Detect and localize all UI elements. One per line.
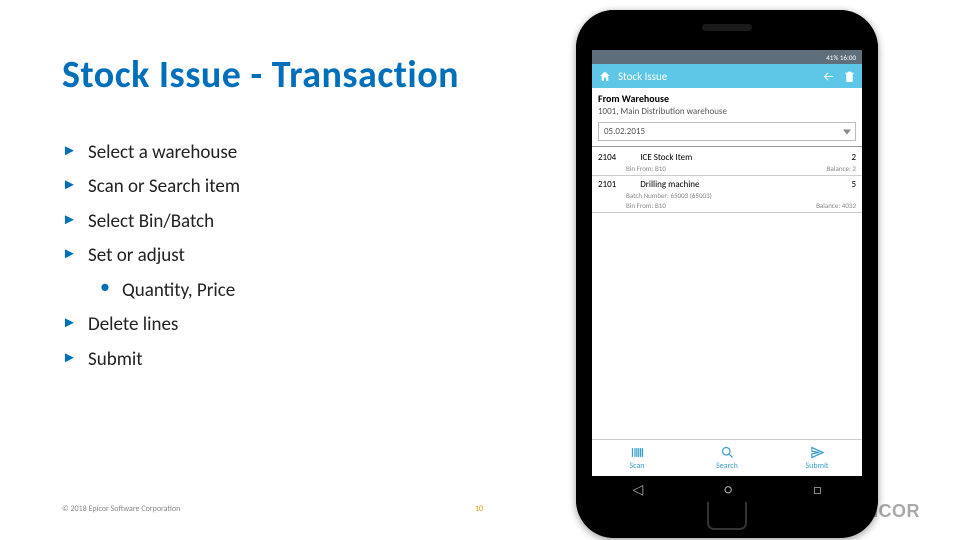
barcode-icon (630, 445, 645, 460)
arrow-icon: ► (62, 241, 88, 267)
line-qty: 5 (851, 179, 856, 190)
nav-recent-icon[interactable]: □ (813, 481, 821, 498)
tab-label: Submit (806, 461, 829, 471)
bullet-text: Submit (88, 345, 143, 374)
sub-bullet: •Quantity, Price (100, 276, 240, 305)
send-icon (810, 445, 825, 460)
phone-mock: 41% 16:00 Stock Issue From Warehouse 100… (576, 10, 878, 538)
back-arrow-icon[interactable] (822, 70, 835, 83)
bin-label: Bin From: (626, 201, 653, 210)
trash-icon[interactable] (843, 70, 856, 83)
dot-icon: • (100, 276, 122, 298)
tab-label: Search (716, 461, 738, 471)
arrow-icon: ► (62, 138, 88, 164)
from-warehouse-label: From Warehouse (592, 88, 862, 106)
balance-label: Balance: (816, 201, 840, 210)
tab-scan[interactable]: Scan (592, 440, 682, 476)
batch-label: Batch Number: (626, 191, 669, 200)
nav-back-icon[interactable]: ◁ (633, 481, 644, 498)
divider (592, 146, 862, 147)
arrow-icon: ► (62, 345, 88, 371)
slide-title: Stock Issue - Transaction (62, 52, 459, 98)
bin-label: Bin From: (626, 164, 653, 173)
line-name: ICE Stock Item (616, 152, 851, 163)
bullet-text: Set or adjust (88, 241, 185, 270)
bottom-tab-bar: Scan Search Submit (592, 439, 862, 476)
bullet-text: Scan or Search item (88, 172, 240, 201)
phone-screen: 41% 16:00 Stock Issue From Warehouse 100… (592, 50, 862, 476)
bullet-text: Select Bin/Batch (88, 207, 214, 236)
tab-search[interactable]: Search (682, 440, 772, 476)
search-icon (720, 445, 735, 460)
line-qty: 2 (851, 152, 856, 163)
from-warehouse-value[interactable]: 1001, Main Distribution warehouse (592, 106, 862, 120)
home-icon[interactable] (598, 70, 612, 83)
arrow-icon: ► (62, 310, 88, 336)
bullet-item: ►Scan or Search item (62, 172, 240, 201)
bin-value: B10 (655, 201, 666, 210)
tab-label: Scan (629, 461, 644, 471)
bullet-item: ►Select Bin/Batch (62, 207, 240, 236)
bullet-text: Delete lines (88, 310, 178, 339)
bullet-text: Select a warehouse (88, 138, 237, 167)
app-bar: Stock Issue (592, 64, 862, 88)
footer-page-number: 10 (475, 504, 483, 514)
date-dropdown[interactable]: 05.02.2015 (598, 122, 856, 141)
nav-home-icon[interactable]: ○ (724, 481, 732, 498)
arrow-icon: ► (62, 172, 88, 198)
stock-line[interactable]: 2101 Drilling machine 5 Batch Number: 65… (592, 176, 862, 213)
line-code: 2104 (598, 152, 616, 163)
bin-value: B10 (655, 164, 666, 173)
app-title: Stock Issue (618, 70, 667, 83)
android-nav-bar: ◁ ○ □ (592, 476, 862, 502)
status-right: 41% 16:00 (826, 53, 856, 62)
batch-value: 65003 (65003) (670, 191, 711, 200)
sub-bullet-text: Quantity, Price (122, 276, 235, 305)
bullet-item: ►Set or adjust (62, 241, 240, 270)
tab-submit[interactable]: Submit (772, 440, 862, 476)
arrow-icon: ► (62, 207, 88, 233)
balance-label: Balance: (827, 164, 851, 173)
bullet-item: ►Delete lines (62, 310, 240, 339)
balance-value: 2 (852, 164, 856, 173)
line-code: 2101 (598, 179, 616, 190)
bullet-item: ►Select a warehouse (62, 138, 240, 167)
android-status-bar: 41% 16:00 (592, 50, 862, 64)
stock-line[interactable]: 2104 ICE Stock Item 2 Bin From: B10 Bala… (592, 149, 862, 176)
line-name: Drilling machine (616, 179, 851, 190)
footer-copyright: © 2018 Epicor Software Corporation (62, 504, 180, 514)
bullet-list: ►Select a warehouse ►Scan or Search item… (62, 138, 240, 379)
balance-value: 4032 (842, 201, 856, 210)
bullet-item: ►Submit (62, 345, 240, 374)
